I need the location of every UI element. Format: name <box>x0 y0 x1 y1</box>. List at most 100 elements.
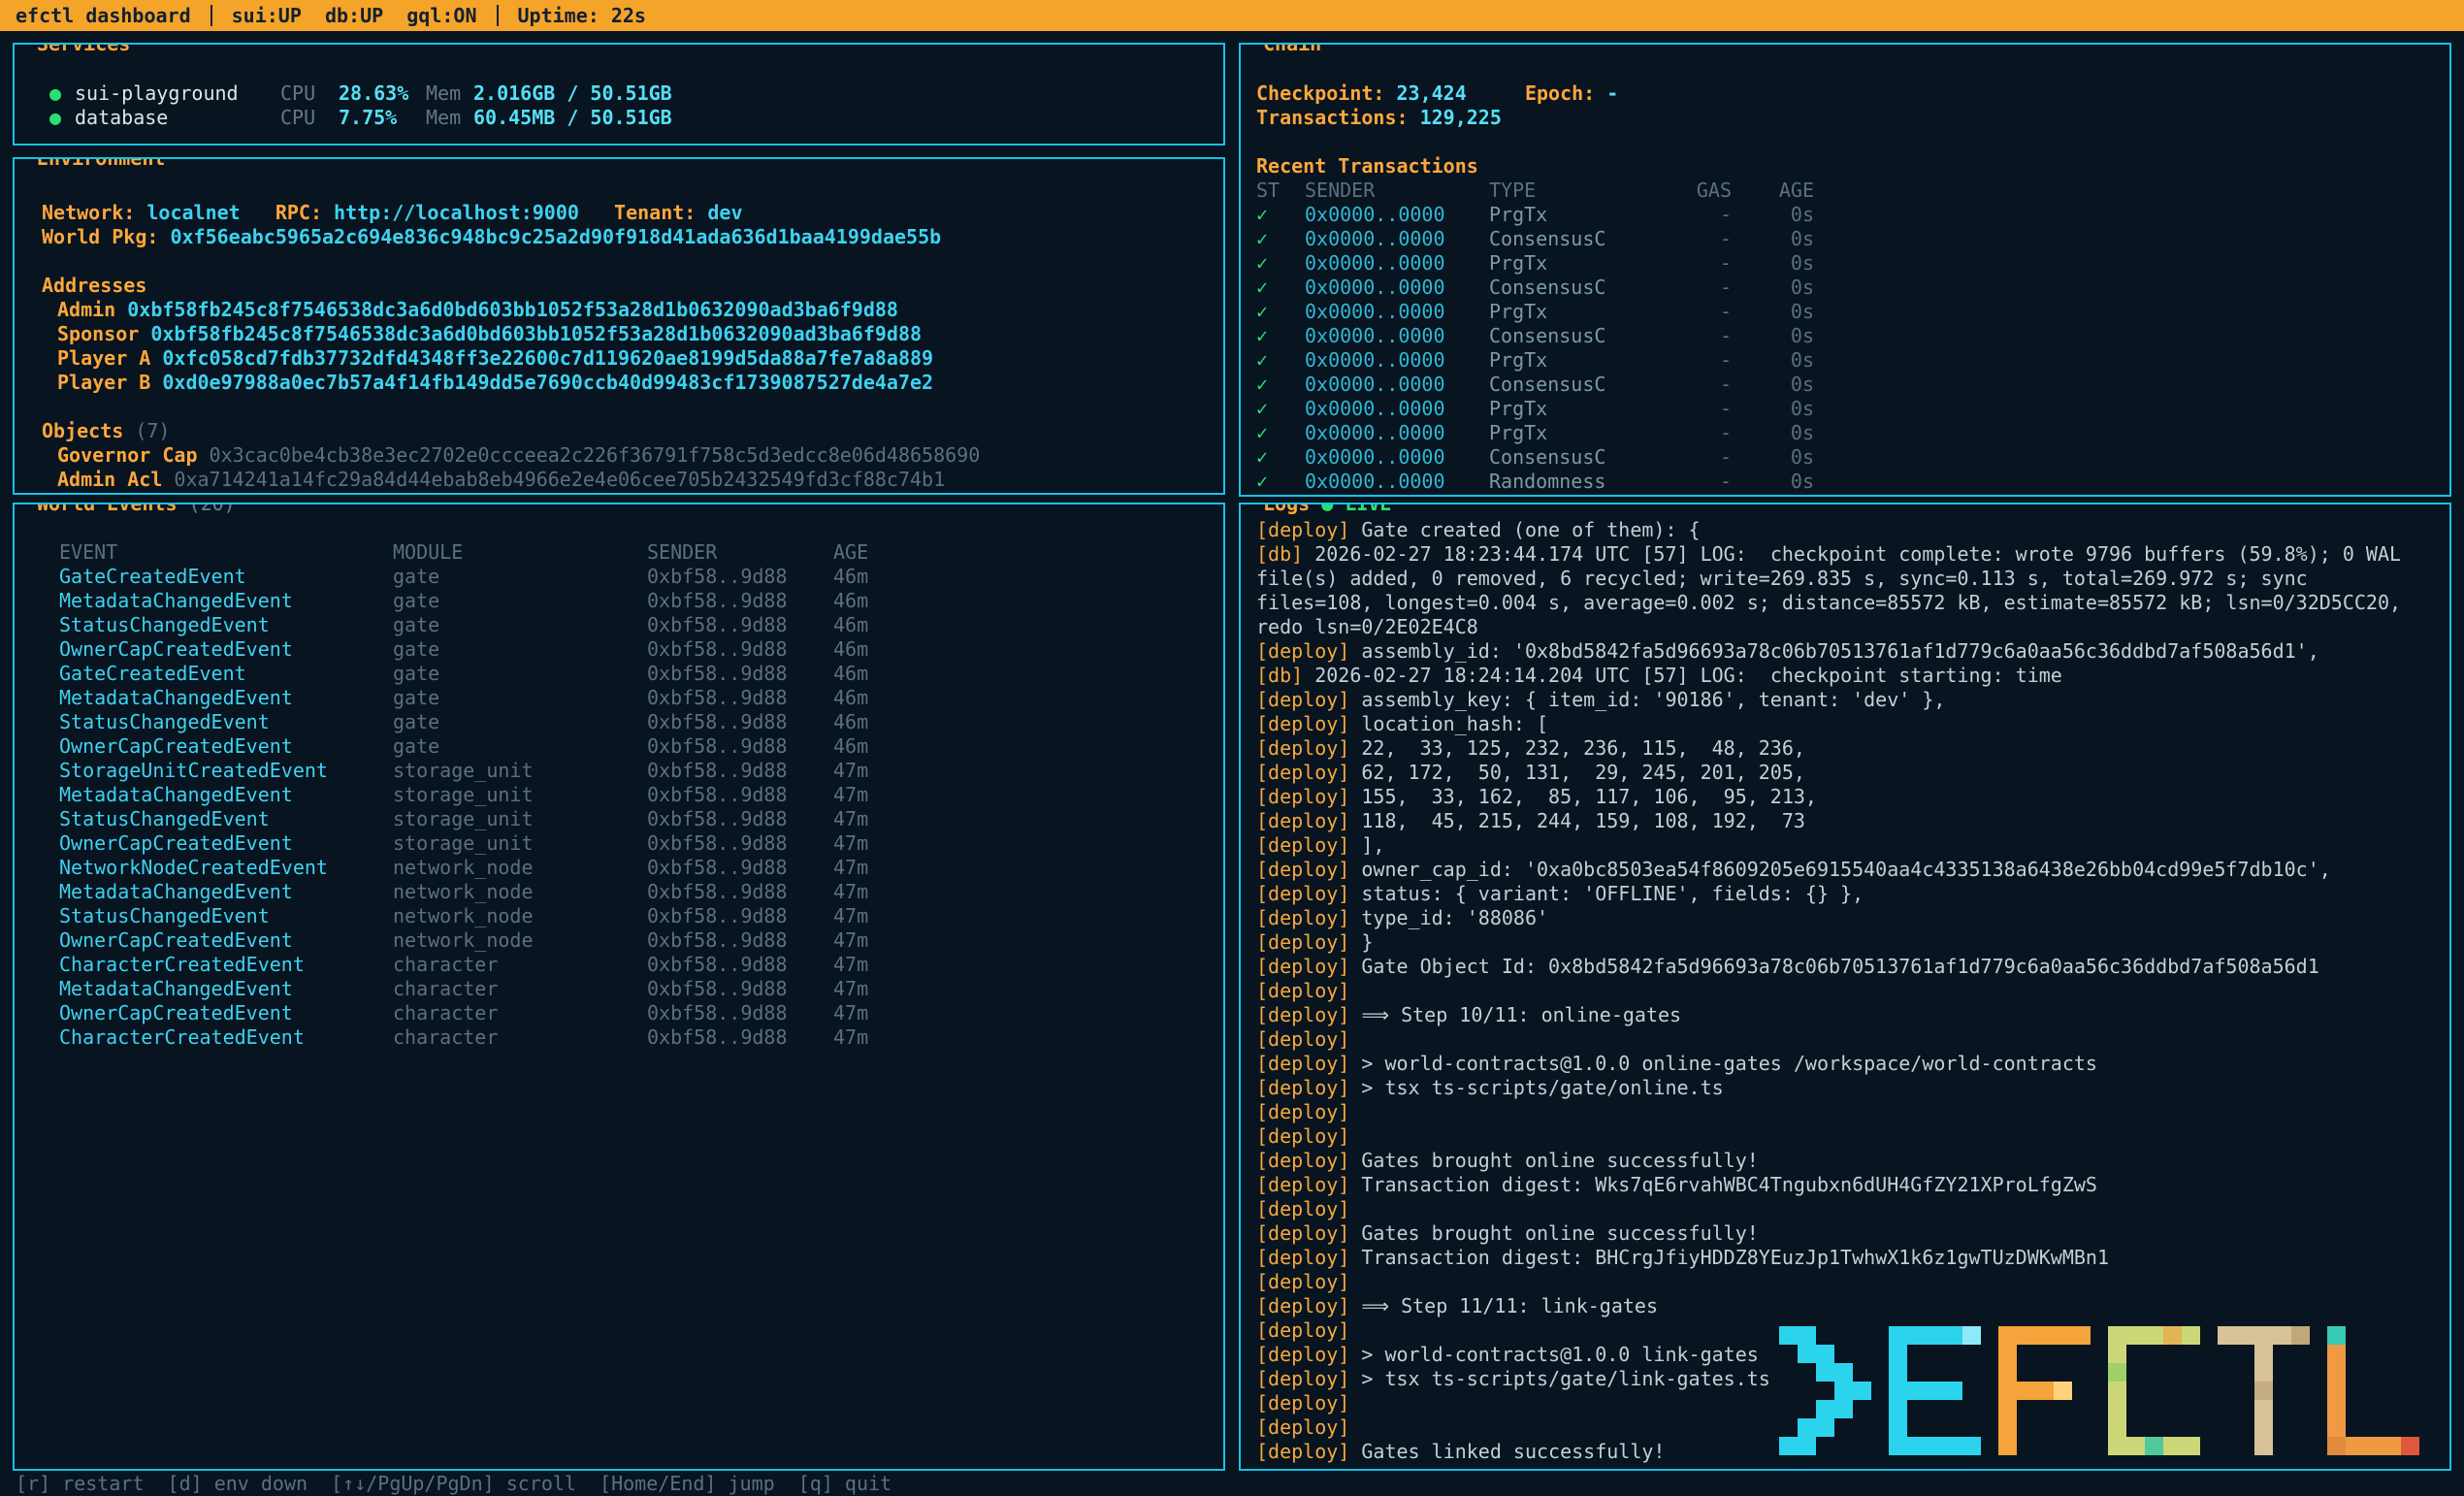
log-line: [deploy] <box>1256 1124 2434 1149</box>
event-age: 47m <box>833 831 1223 856</box>
efctl-logo <box>1769 1318 2429 1463</box>
log-line: [deploy] Transaction digest: Wks7qE6rvah… <box>1256 1173 2434 1197</box>
epoch-label: Epoch: <box>1525 81 1595 105</box>
chain-panel-title: Chain <box>1254 43 1330 56</box>
log-line: [deploy] location_hash: [ <box>1256 712 2434 736</box>
event-sender: 0xbf58..9d88 <box>647 565 833 589</box>
log-tag: [deploy] <box>1256 1149 1349 1172</box>
tx-sender: 0x0000..0000 <box>1305 421 1489 445</box>
log-text: Gates brought online successfully! <box>1361 1149 1758 1172</box>
event-row: OwnerCapCreatedEventcharacter0xbf58..9d8… <box>59 1001 1223 1025</box>
event-name: OwnerCapCreatedEvent <box>59 734 393 759</box>
event-row: GateCreatedEventgate0xbf58..9d8846m <box>59 662 1223 686</box>
event-sender: 0xbf58..9d88 <box>647 977 833 1001</box>
log-text: ⟹ Step 10/11: online-gates <box>1361 1003 1681 1026</box>
tx-sender: 0x0000..0000 <box>1305 348 1489 373</box>
event-module: network_node <box>393 928 647 953</box>
service-status-dot-icon: ● <box>49 81 75 106</box>
event-sender: 0xbf58..9d88 <box>647 637 833 662</box>
tx-type: ConsensusC <box>1489 227 1635 251</box>
log-tag: [deploy] <box>1256 955 1349 978</box>
event-module: gate <box>393 637 647 662</box>
tx-type: PrgTx <box>1489 397 1635 421</box>
log-line: [deploy] 155, 33, 162, 85, 117, 106, 95,… <box>1256 785 2434 809</box>
service-status-dot-icon: ● <box>49 106 75 130</box>
tx-status-check-icon: ✓ <box>1256 300 1305 324</box>
log-tag: [deploy] <box>1256 712 1349 735</box>
live-label: LIVE <box>1345 503 1391 515</box>
tenant-label: Tenant: <box>614 201 696 224</box>
log-text: type_id: '88086' <box>1361 906 1548 929</box>
event-module: gate <box>393 589 647 613</box>
world-pkg-label: World Pkg: <box>42 225 158 248</box>
world-pkg-value: 0xf56eabc5965a2c694e836c948bc9c25a2d90f9… <box>170 225 941 248</box>
tx-row: ✓0x0000..0000PrgTx-0s <box>1256 251 2449 276</box>
tx-gas: - <box>1635 300 1732 324</box>
logo-glyph-T <box>2218 1326 2310 1455</box>
tx-status-check-icon: ✓ <box>1256 324 1305 348</box>
tx-sender: 0x0000..0000 <box>1305 276 1489 300</box>
events-table[interactable]: EVENTMODULESENDERAGE GateCreatedEventgat… <box>15 504 1223 1050</box>
address-value: 0xd0e97988a0ec7b57a4f14fb149dd5e7690ccb4… <box>162 371 933 394</box>
event-name: GateCreatedEvent <box>59 565 393 589</box>
tx-row: ✓0x0000..0000PrgTx-0s <box>1256 300 2449 324</box>
object-id: 0x3cac0be4cb38e3ec2702e0ccceea2c226f3679… <box>210 443 981 467</box>
tx-status-check-icon: ✓ <box>1256 227 1305 251</box>
tx-row: ✓0x0000..0000ConsensusC-0s <box>1256 276 2449 300</box>
log-text: assembly_key: { item_id: '90186', tenant… <box>1361 688 1945 711</box>
tx-age: 0s <box>1732 227 1814 251</box>
log-tag: [deploy] <box>1256 1318 1349 1342</box>
event-sender: 0xbf58..9d88 <box>647 1025 833 1050</box>
mem-label: Mem <box>426 106 473 130</box>
tx-gas: - <box>1635 276 1732 300</box>
tx-sender: 0x0000..0000 <box>1305 203 1489 227</box>
tx-row: ✓0x0000..0000PrgTx-0s <box>1256 203 2449 227</box>
log-tag: [deploy] <box>1256 1003 1349 1026</box>
event-sender: 0xbf58..9d88 <box>647 759 833 783</box>
log-text: status: { variant: 'OFFLINE', fields: {}… <box>1361 882 1864 905</box>
tx-status-check-icon: ✓ <box>1256 445 1305 470</box>
event-module: character <box>393 977 647 1001</box>
event-age: 47m <box>833 928 1223 953</box>
tx-type: PrgTx <box>1489 203 1635 227</box>
event-sender: 0xbf58..9d88 <box>647 928 833 953</box>
event-name: MetadataChangedEvent <box>59 783 393 807</box>
log-line: [deploy] Gates brought online successful… <box>1256 1221 2434 1246</box>
log-line: [deploy] <box>1256 1197 2434 1221</box>
chain-panel: Chain Checkpoint: 23,424 Epoch: - Transa… <box>1239 43 2451 497</box>
log-line: [deploy] Gates brought online successful… <box>1256 1149 2434 1173</box>
log-text: Transaction digest: Wks7qE6rvahWBC4Tngub… <box>1361 1173 2097 1196</box>
service-name: database <box>75 106 280 130</box>
tx-gas: - <box>1635 421 1732 445</box>
event-name: GateCreatedEvent <box>59 662 393 686</box>
tx-table[interactable]: ✓0x0000..0000PrgTx-0s ✓0x0000..0000Conse… <box>1256 203 2449 494</box>
log-text: 62, 172, 50, 131, 29, 245, 201, 205, <box>1361 761 1805 784</box>
mem-label: Mem <box>426 81 473 106</box>
event-row: StorageUnitCreatedEventstorage_unit0xbf5… <box>59 759 1223 783</box>
log-line: [deploy] <box>1256 1270 2434 1294</box>
logo-glyph-} <box>1779 1326 1871 1455</box>
log-text: Transaction digest: BHCrgJfiyHDDZ8YEuzJp… <box>1361 1246 2109 1269</box>
event-name: MetadataChangedEvent <box>59 880 393 904</box>
tx-age: 0s <box>1732 445 1814 470</box>
log-line: [deploy] <box>1256 1027 2434 1052</box>
event-module: storage_unit <box>393 759 647 783</box>
event-age: 47m <box>833 1001 1223 1025</box>
log-line: [deploy] <box>1256 979 2434 1003</box>
log-line: [deploy] 22, 33, 125, 232, 236, 115, 48,… <box>1256 736 2434 761</box>
tx-status-check-icon: ✓ <box>1256 203 1305 227</box>
log-tag: [deploy] <box>1256 1270 1349 1293</box>
event-row: OwnerCapCreatedEventstorage_unit0xbf58..… <box>59 831 1223 856</box>
log-text: Gates brought online successfully! <box>1361 1221 1758 1245</box>
checkpoint-value: 23,424 <box>1397 81 1467 105</box>
tx-gas: - <box>1635 373 1732 397</box>
address-name: Player A <box>57 346 150 370</box>
tx-sender: 0x0000..0000 <box>1305 227 1489 251</box>
keybind-hints: [r] restart [d] env down [↑↓/PgUp/PgDn] … <box>16 1472 892 1496</box>
object-name: Governor Cap <box>57 443 198 467</box>
tx-status-check-icon: ✓ <box>1256 373 1305 397</box>
tx-row: ✓0x0000..0000ConsensusC-0s <box>1256 445 2449 470</box>
transactions-value: 129,225 <box>1420 106 1502 129</box>
event-sender: 0xbf58..9d88 <box>647 953 833 977</box>
recent-transactions-heading: Recent Transactions <box>1256 154 2449 179</box>
